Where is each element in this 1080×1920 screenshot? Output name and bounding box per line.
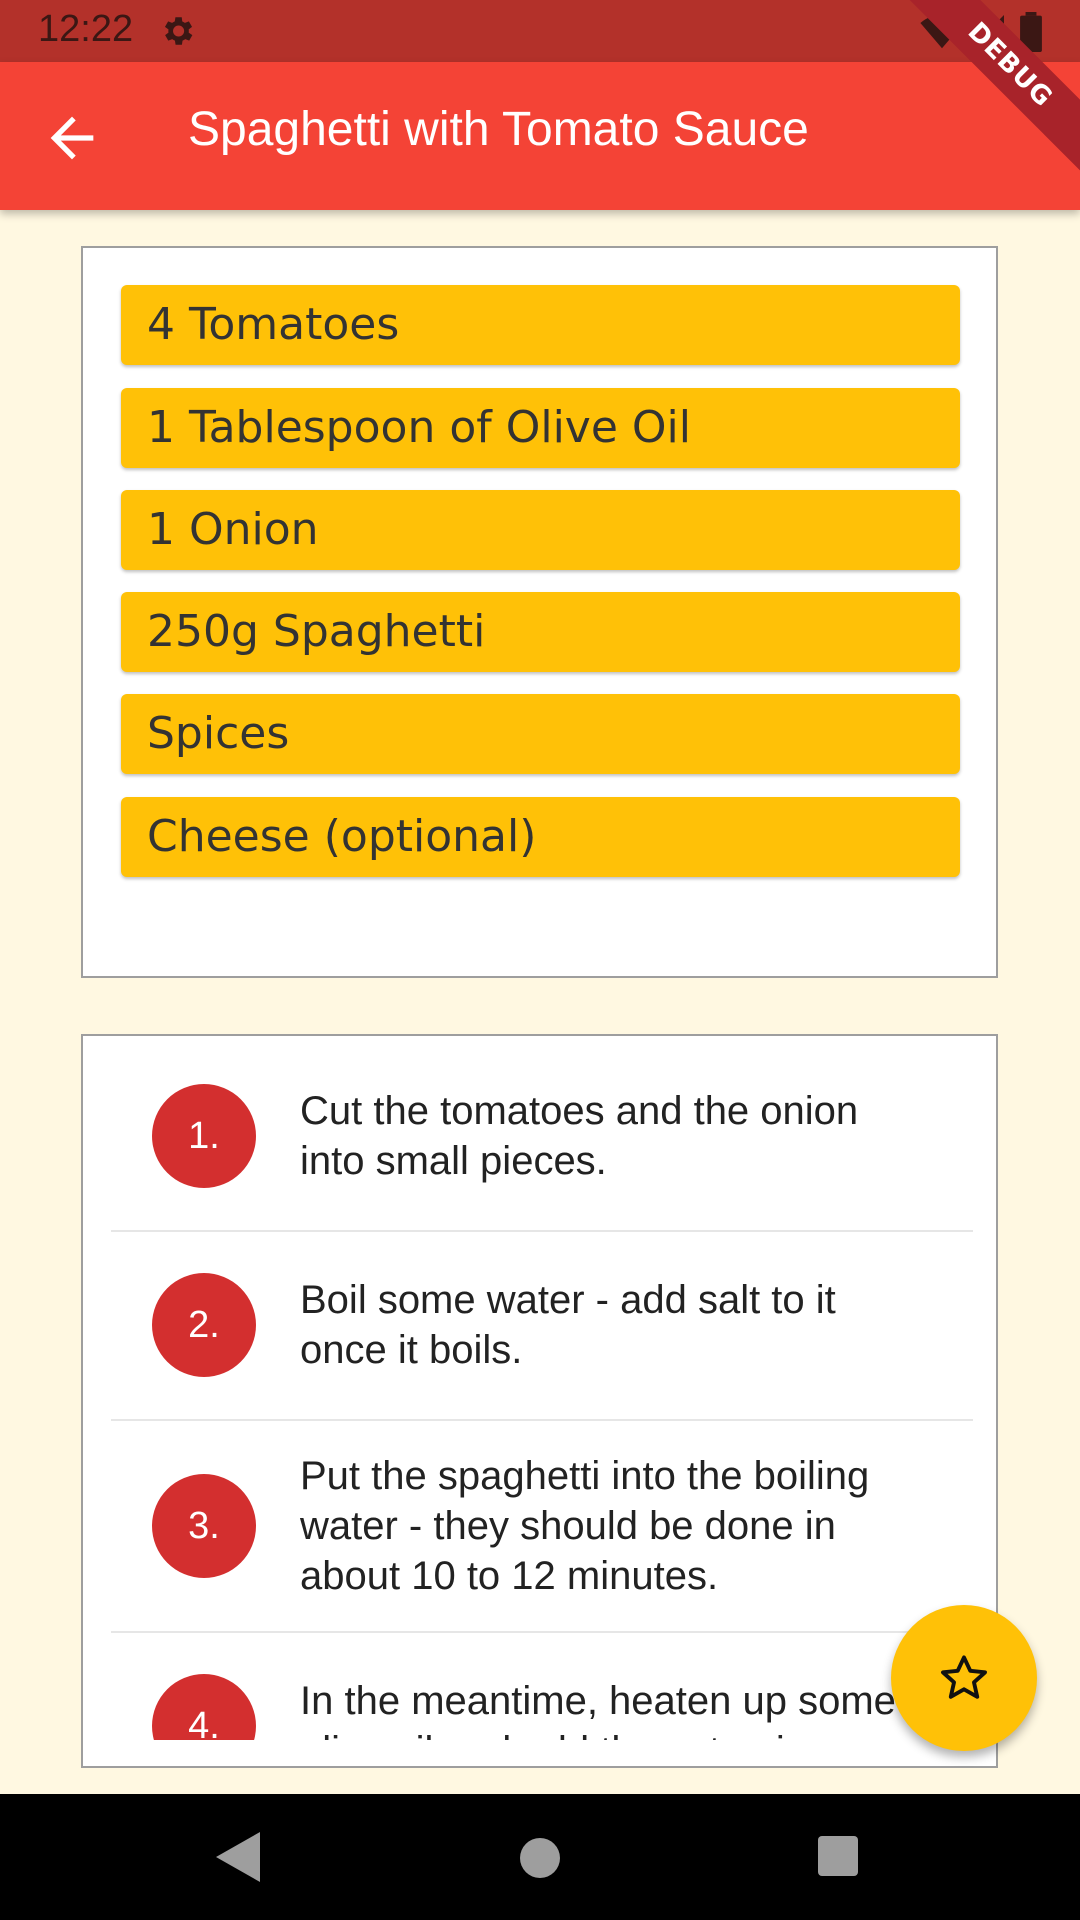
step-text-line: Boil some water - add salt to it: [300, 1278, 836, 1322]
step-text-line: olive oil and add the cut onion.: [300, 1726, 940, 1740]
step-text-line: water - they should be done in: [300, 1504, 836, 1548]
ingredient-item[interactable]: 250g Spaghetti: [121, 592, 960, 672]
page-title: Spaghetti with Tomato Sauce: [188, 103, 809, 156]
step-text-line: into small pieces.: [300, 1139, 607, 1183]
nav-recents-icon[interactable]: [818, 1836, 858, 1876]
ingredient-item[interactable]: Spices: [121, 694, 960, 774]
app-bar: Spaghetti with Tomato Sauce: [0, 62, 1080, 210]
system-nav-bar: [0, 1794, 1080, 1920]
step-number-badge: 1.: [152, 1084, 256, 1188]
steps-list[interactable]: 1. Cut the tomatoes and the onion into s…: [83, 1036, 996, 1740]
ingredient-item[interactable]: 1 Onion: [121, 490, 960, 570]
step-text: In the meantime, heaten up some olive oi…: [300, 1676, 940, 1740]
step-text: Boil some water - add salt to it once it…: [300, 1275, 940, 1375]
nav-home-icon[interactable]: [520, 1838, 560, 1878]
step-number-badge: 2.: [152, 1273, 256, 1377]
favorite-fab-button[interactable]: [891, 1605, 1037, 1751]
step-text-line: Cut the tomatoes and the onion: [300, 1089, 859, 1133]
step-divider: [111, 1631, 973, 1633]
app-screen: 12:22 DEBUG Spaghetti with Tomato Sauce …: [0, 0, 1080, 1920]
settings-gear-icon: [164, 17, 193, 45]
steps-card[interactable]: 1. Cut the tomatoes and the onion into s…: [81, 1034, 998, 1768]
star-outline-icon: [941, 1655, 987, 1699]
step-divider: [111, 1419, 973, 1421]
arrow-back-icon[interactable]: [40, 106, 104, 170]
nav-back-icon[interactable]: [216, 1832, 260, 1882]
ingredient-item[interactable]: 4 Tomatoes: [121, 285, 960, 365]
status-time: 12:22: [38, 8, 134, 50]
step-number-badge: 3.: [152, 1474, 256, 1578]
step-divider: [111, 1230, 973, 1232]
step-text: Put the spaghetti into the boiling water…: [300, 1451, 940, 1601]
step-text-line: In the meantime, heaten up some: [300, 1679, 896, 1723]
ingredient-item[interactable]: Cheese (optional): [121, 797, 960, 877]
ingredient-item[interactable]: 1 Tablespoon of Olive Oil: [121, 388, 960, 468]
ingredients-card: 4 Tomatoes 1 Tablespoon of Olive Oil 1 O…: [81, 246, 998, 978]
step-text-line: about 10 to 12 minutes.: [300, 1554, 719, 1598]
step-text-line: once it boils.: [300, 1328, 523, 1372]
step-number-badge: 4.: [152, 1674, 256, 1740]
step-text: Cut the tomatoes and the onion into smal…: [300, 1086, 940, 1186]
step-text-line: Put the spaghetti into the boiling: [300, 1454, 870, 1498]
